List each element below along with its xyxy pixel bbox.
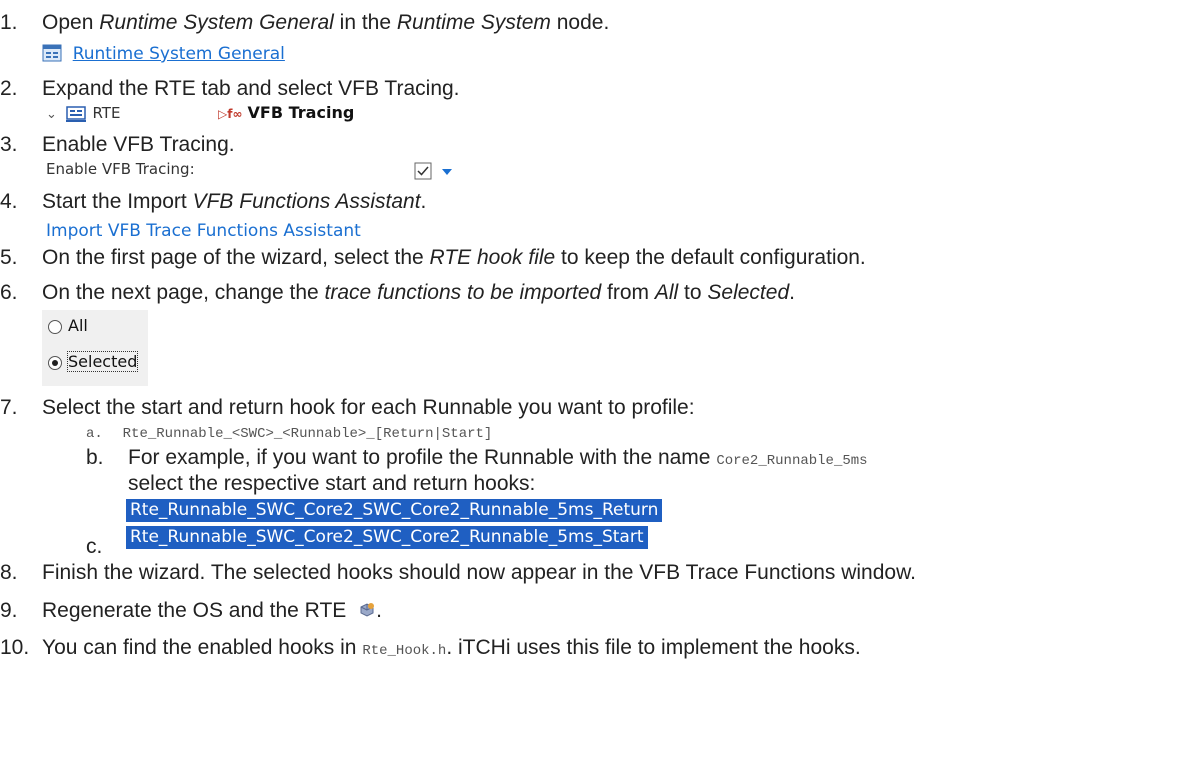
substep-b: b. For example, if you want to profile t… [86, 445, 868, 471]
step-text: Open Runtime System General in the Runti… [42, 11, 610, 34]
radio-all-label: All [68, 316, 88, 335]
step-number: 10. [0, 636, 30, 659]
step-number: 1. [0, 11, 18, 34]
trace-functions-radio-group: All Selected [42, 310, 148, 386]
substep-code: Rte_Runnable_<SWC>_<Runnable>_[Return|St… [122, 426, 493, 442]
step-number: 8. [0, 561, 18, 584]
step-text: On the first page of the wizard, select … [42, 246, 866, 269]
step-number: 6. [0, 281, 18, 304]
substep-label: b. [86, 446, 104, 469]
rte-icon [65, 105, 86, 122]
hook-return-item[interactable]: Rte_Runnable_SWC_Core2_SWC_Core2_Runnabl… [126, 499, 663, 522]
substep-label: a. [86, 426, 103, 442]
step-text: Enable VFB Tracing. [42, 133, 235, 156]
runnable-name-code: Core2_Runnable_5ms [716, 453, 868, 469]
vfb-tracing-shot: ▷f∞ VFB Tracing [218, 103, 354, 122]
substep-a: a. Rte_Runnable_<SWC>_<Runnable>_[Return… [86, 421, 492, 444]
step-number: 7. [0, 396, 18, 419]
hook-start-item[interactable]: Rte_Runnable_SWC_Core2_SWC_Core2_Runnabl… [126, 526, 648, 549]
step-number: 3. [0, 133, 18, 156]
radio-selected[interactable] [48, 356, 62, 370]
enable-vfb-label: Enable VFB Tracing: [46, 160, 195, 178]
rte-node-shot: ⌄ RTE [46, 104, 120, 122]
rte-node-label[interactable]: RTE [92, 104, 120, 122]
step-text: Finish the wizard. The selected hooks sh… [42, 561, 916, 584]
generate-icon[interactable] [358, 601, 376, 619]
enable-vfb-shot: Enable VFB Tracing: [46, 160, 195, 178]
step-text: Regenerate the OS and the RTE . [42, 599, 382, 622]
chevron-down-icon[interactable]: ⌄ [46, 107, 57, 122]
step-number: 9. [0, 599, 18, 622]
step-text: Expand the RTE tab and select VFB Tracin… [42, 77, 460, 100]
runtime-general-shot: Runtime System General [42, 40, 285, 64]
enable-vfb-checkbox[interactable] [414, 162, 432, 180]
step-number: 4. [0, 190, 18, 213]
editor-icon [42, 44, 62, 62]
substep-b-continued: select the respective start and return h… [128, 471, 535, 497]
step-number: 2. [0, 77, 18, 100]
substep-label: c. [86, 535, 103, 558]
vfb-tracing-label[interactable]: VFB Tracing [248, 103, 355, 122]
substep-c: c. [86, 534, 102, 560]
step-number: 5. [0, 246, 18, 269]
vfb-tracing-icon: ▷f∞ [218, 107, 243, 121]
radio-all[interactable] [48, 320, 62, 334]
step-text: On the next page, change the trace funct… [42, 281, 795, 304]
dropdown-arrow-icon[interactable] [442, 168, 452, 176]
step-text: Select the start and return hook for eac… [42, 396, 695, 419]
substep-text: For example, if you want to profile the … [128, 446, 717, 469]
step-text: You can find the enabled hooks in Rte_Ho… [42, 636, 861, 659]
import-vfb-assistant-link[interactable]: Import VFB Trace Functions Assistant [46, 221, 361, 241]
import-assistant-shot: Import VFB Trace Functions Assistant [46, 217, 361, 241]
radio-selected-label: Selected [66, 351, 139, 372]
substep-text: select the respective start and return h… [128, 472, 536, 495]
step-text: Start the Import VFB Functions Assistant… [42, 190, 427, 213]
runtime-system-general-link[interactable]: Runtime System General [73, 44, 285, 64]
